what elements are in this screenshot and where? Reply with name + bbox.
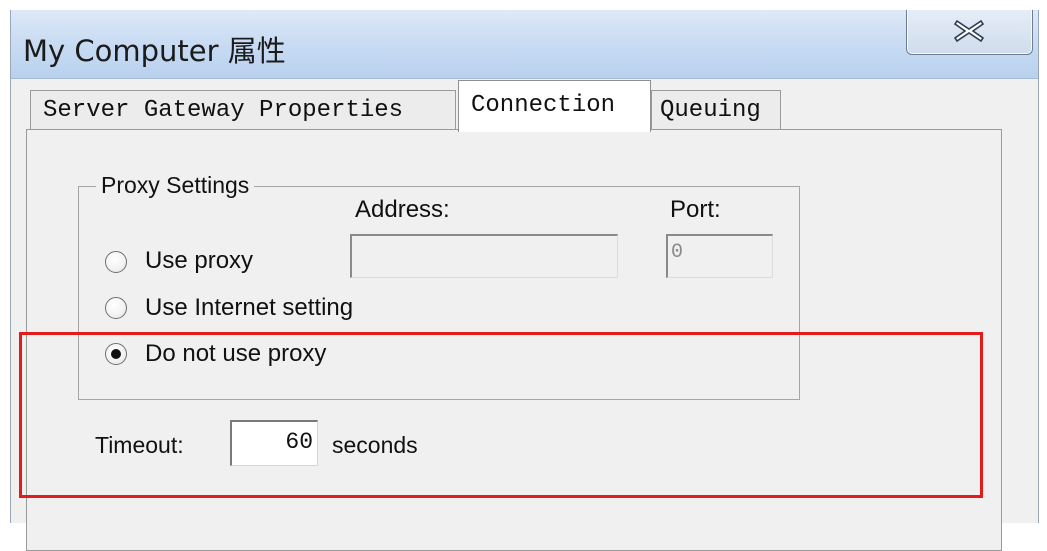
proxy-settings-title: Proxy Settings [96,172,255,199]
title-bar[interactable]: My Computer 属性 [11,10,1038,79]
address-field[interactable] [350,234,618,278]
use-internet-setting-radio[interactable] [105,297,127,319]
close-icon [953,19,985,43]
tab-server-gateway-properties[interactable]: Server Gateway Properties [30,90,456,130]
tab-connection[interactable]: Connection [458,80,651,132]
use-proxy-radio[interactable] [105,251,127,273]
window-title: My Computer 属性 [23,34,286,68]
highlight-annotation-box [19,332,983,498]
use-internet-setting-label[interactable]: Use Internet setting [145,294,353,322]
port-field[interactable]: 0 [666,234,773,278]
port-label: Port: [670,196,721,223]
address-label: Address: [355,196,450,223]
use-proxy-label[interactable]: Use proxy [145,247,253,275]
close-button[interactable] [906,10,1033,55]
tab-queuing[interactable]: Queuing [651,90,781,130]
